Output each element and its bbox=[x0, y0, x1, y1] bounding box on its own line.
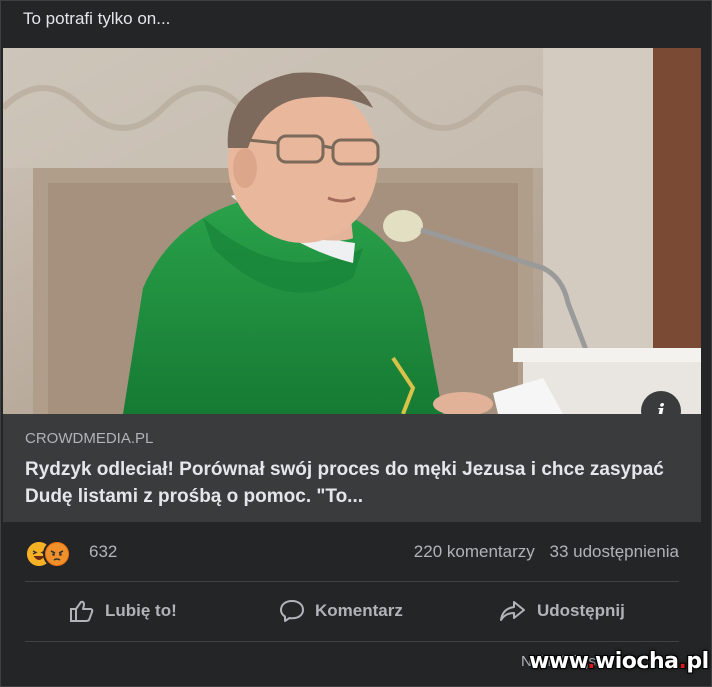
share-label: Udostępnij bbox=[537, 601, 625, 620]
link-title[interactable]: Rydzyk odleciał! Porównał swój proces do… bbox=[25, 456, 685, 510]
thumbs-up-icon bbox=[70, 600, 94, 622]
link-domain: CROWDMEDIA.PL bbox=[25, 430, 154, 447]
like-button[interactable]: Lubię to! bbox=[69, 591, 177, 631]
divider bbox=[25, 581, 679, 582]
share-icon bbox=[500, 601, 525, 621]
comments-count[interactable]: 220 komentarzy bbox=[414, 542, 535, 561]
like-label: Lubię to! bbox=[105, 601, 177, 620]
post-text: To potrafi tylko on... bbox=[23, 9, 171, 28]
link-preview-image[interactable] bbox=[3, 48, 701, 414]
comment-button[interactable]: Komentarz bbox=[279, 591, 403, 631]
priest-photo-illustration bbox=[3, 48, 701, 414]
divider bbox=[25, 641, 679, 642]
comments-shares: 220 komentarzy 33 udostępnienia bbox=[414, 542, 679, 562]
post-actions: Lubię to! Komentarz Udostępnij bbox=[1, 583, 712, 639]
facebook-post-card: To potrafi tylko on... i CROWDMEDIA.PL R… bbox=[0, 0, 712, 687]
angry-icon bbox=[43, 540, 71, 568]
link-preview[interactable]: CROWDMEDIA.PL Rydzyk odleciał! Porównał … bbox=[3, 414, 701, 522]
comment-icon bbox=[280, 600, 304, 622]
post-stats: 632 220 komentarzy 33 udostępnienia bbox=[1, 531, 712, 575]
reaction-count[interactable]: 632 bbox=[89, 542, 117, 562]
shares-count[interactable]: 33 udostępnienia bbox=[549, 542, 679, 561]
share-button[interactable]: Udostępnij bbox=[499, 591, 625, 631]
comment-label: Komentarz bbox=[315, 601, 403, 620]
wiocha-watermark: www.wiocha.pl bbox=[529, 649, 709, 674]
